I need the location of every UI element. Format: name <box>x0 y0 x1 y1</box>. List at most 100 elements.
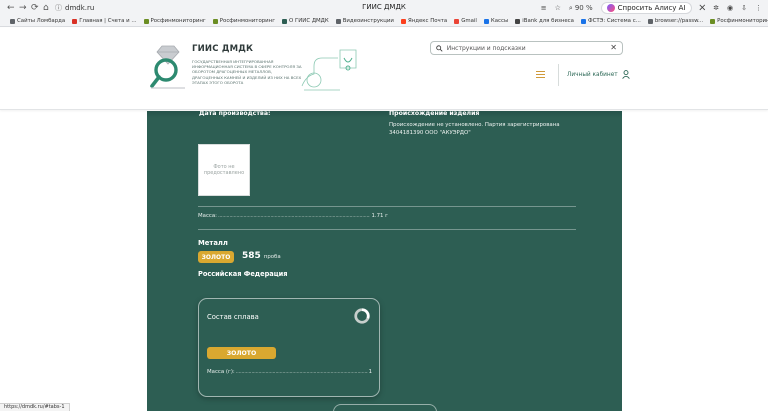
user-icon <box>621 70 630 79</box>
product-details-panel: Дата производства: Происхождение изделия… <box>147 110 622 411</box>
address-url[interactable]: dmdk.ru <box>65 4 94 12</box>
bookmark-item[interactable]: Яндекс Почта <box>400 18 448 24</box>
metal-badge: ЗОЛОТО <box>198 251 234 263</box>
bookmark-item[interactable]: Росфинмониторинг <box>710 18 768 24</box>
bookmark-label: Росфинмониторинг <box>219 18 276 24</box>
bookmark-item[interactable]: Видеоинструкции <box>335 18 394 24</box>
alloy-title: Состав сплава <box>207 313 259 321</box>
alloy-mass-value: 1 <box>368 369 372 375</box>
product-photo-placeholder: Фото не предоставлено <box>198 144 250 196</box>
bookmark-favicon-icon <box>580 18 586 24</box>
dmdk-logo-icon[interactable] <box>148 44 188 90</box>
bookmark-item[interactable]: Gmail <box>454 18 477 24</box>
bookmark-label: Видеоинструкции <box>342 18 394 24</box>
ask-alice-button[interactable]: Спросить Алису AI <box>600 2 692 14</box>
probe-value: 585 <box>242 251 261 261</box>
bookmark-item[interactable]: Кассы <box>483 18 509 24</box>
alloy-chart-icon <box>354 308 370 324</box>
header-divider <box>558 64 559 86</box>
bookmark-label: О ГИИС ДМДК <box>289 18 329 24</box>
extension-icon[interactable]: ⨉ <box>700 4 706 13</box>
home-icon[interactable]: ⌂ <box>43 2 49 14</box>
bookmarks-bar: Сайты Ломбарда Главная | Счета и ... Росфи… <box>0 16 768 27</box>
mass-label: Масса: <box>198 213 218 219</box>
bookmark-favicon-icon <box>483 18 489 24</box>
reader-icon[interactable]: ≡ <box>541 4 547 12</box>
jewelry-illustration-icon <box>301 49 357 91</box>
site-info-icon[interactable]: ⓘ <box>55 3 62 13</box>
mass-value: 1.71 г <box>371 213 388 219</box>
extensions-puzzle-icon[interactable]: ✲ <box>713 4 719 12</box>
burger-menu-icon[interactable] <box>536 71 545 78</box>
origin-heading: Происхождение изделия <box>389 110 480 117</box>
divider <box>198 206 576 207</box>
bookmark-favicon-icon <box>400 18 406 24</box>
bookmark-label: ФСТЭ: Система с... <box>587 18 641 24</box>
bookmark-item[interactable]: Росфинмониторинг <box>212 18 276 24</box>
production-date-label: Дата производства: <box>199 110 271 117</box>
search-input[interactable] <box>446 44 607 52</box>
bookmark-favicon-icon <box>143 18 149 24</box>
back-icon[interactable]: ← <box>7 2 15 14</box>
probe-unit: проба <box>263 254 281 260</box>
clear-search-icon[interactable]: ✕ <box>610 44 617 52</box>
forward-icon[interactable]: → <box>19 2 27 14</box>
alloy-metal-badge: ЗОЛОТО <box>207 347 276 359</box>
bookmark-favicon-icon <box>647 18 653 24</box>
search-box[interactable]: ✕ <box>430 41 623 55</box>
bookmark-favicon-icon <box>515 18 521 24</box>
alloy-mass-row: Масса (г): .............................… <box>207 369 372 375</box>
menu-icon[interactable]: ⋮ <box>755 4 762 12</box>
profile-icon[interactable]: ◉ <box>727 4 733 12</box>
address-bar[interactable]: ⓘ dmdk.ru <box>55 2 94 14</box>
bookmark-favicon-icon <box>710 18 716 24</box>
brand-title[interactable]: ГИИС ДМДК <box>192 44 253 54</box>
status-bar-url: https://dmdk.ru/#tabs-1 <box>0 403 70 411</box>
ask-alice-label: Спросить Алису AI <box>617 4 686 12</box>
bookmark-favicon-icon <box>72 18 78 24</box>
site-header: ГИИС ДМДК Государственная интегрированна… <box>0 28 768 110</box>
bookmark-label: iBank для бизнеса <box>522 18 574 24</box>
probe: 585 проба <box>242 251 281 261</box>
zoom-level: 90 % <box>574 4 593 12</box>
bookmark-favicon-icon <box>335 18 341 24</box>
metal-heading: Металл <box>198 239 228 247</box>
bookmark-item[interactable]: Главная | Счета и ... <box>72 18 137 24</box>
bookmark-label: Главная | Счета и ... <box>79 18 137 24</box>
origin-text: Происхождение не установлено. Партия зар… <box>389 122 560 136</box>
bookmark-item[interactable]: ФСТЭ: Система с... <box>580 18 641 24</box>
bookmark-item[interactable]: Сайты Ломбарда <box>10 18 65 24</box>
search-icon <box>436 44 443 52</box>
alice-icon <box>606 4 615 12</box>
divider <box>198 229 576 230</box>
photo-placeholder-text: Фото не предоставлено <box>203 164 245 176</box>
bookmark-label: Яндекс Почта <box>407 18 448 24</box>
bookmark-favicon-icon <box>212 18 218 24</box>
bookmark-star-icon[interactable]: ☆ <box>555 4 561 12</box>
tab-title: ГИИС ДМДК <box>362 3 406 11</box>
bookmark-item[interactable]: iBank для бизнеса <box>515 18 574 24</box>
next-card-button[interactable] <box>333 404 437 411</box>
personal-account-link[interactable]: Личный кабинет <box>567 70 630 79</box>
bookmark-favicon-icon <box>10 18 15 24</box>
personal-account-label: Личный кабинет <box>567 71 618 78</box>
bookmark-label: Росфинмониторинг <box>150 18 206 24</box>
reload-icon[interactable]: ⟳ <box>31 2 39 14</box>
bookmark-item[interactable]: Росфинмониторинг <box>143 18 206 24</box>
bookmark-label: browser://passw... <box>654 18 704 24</box>
bookmark-label: Gmail <box>461 18 477 24</box>
bookmark-favicon-icon <box>454 18 460 24</box>
bookmark-favicon-icon <box>282 18 288 24</box>
bookmark-label: Кассы <box>490 18 509 24</box>
alloy-composition-card: Состав сплава ЗОЛОТО Масса (г): ........… <box>198 298 380 397</box>
zoom-indicator[interactable]: ⌕ 90 % <box>569 4 593 13</box>
bookmark-item[interactable]: browser://passw... <box>647 18 704 24</box>
alloy-mass-label: Масса (г): <box>207 369 235 375</box>
mass-row: Масса: .................................… <box>198 213 388 219</box>
zoom-icon: ⌕ <box>568 3 573 12</box>
downloads-icon[interactable]: ⇩ <box>741 4 747 12</box>
country-of-origin: Российская Федерация <box>198 270 288 278</box>
bookmark-label: Росфинмониторинг <box>717 18 768 24</box>
bookmark-item[interactable]: О ГИИС ДМДК <box>282 18 329 24</box>
bookmark-label: Сайты Ломбарда <box>17 18 66 24</box>
